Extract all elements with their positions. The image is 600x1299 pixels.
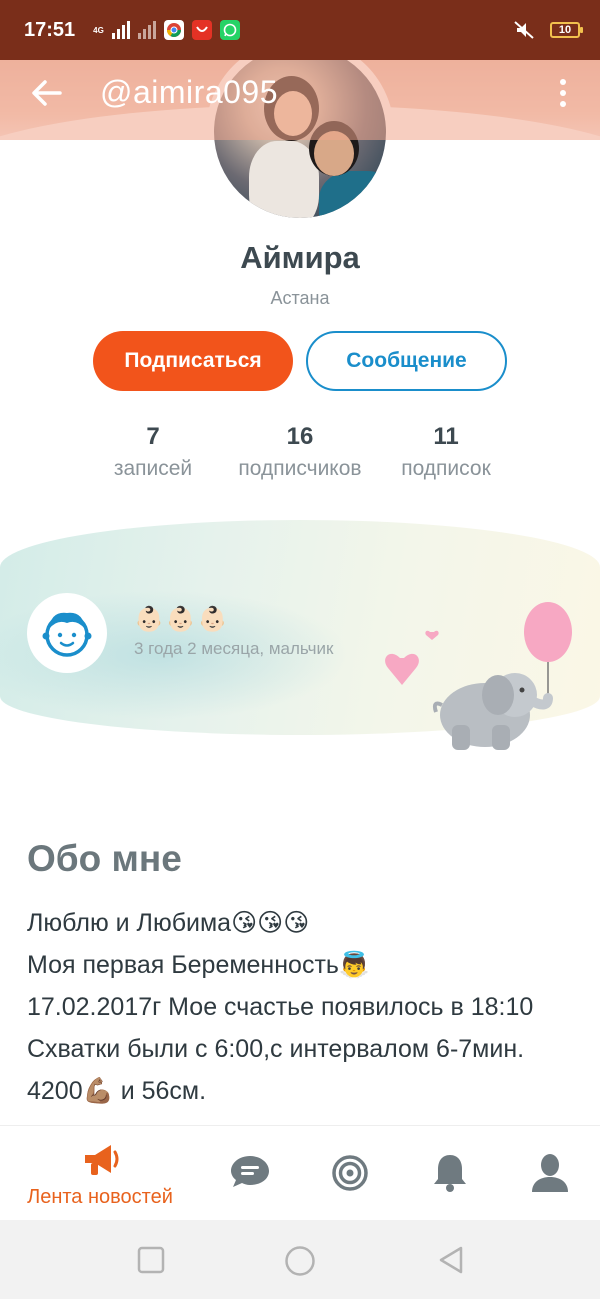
nav-profile[interactable] <box>525 1152 575 1194</box>
more-menu-button[interactable] <box>548 68 578 118</box>
stat-followers-value: 16 <box>286 423 314 450</box>
profile-username: @aimira095 <box>100 74 278 110</box>
recents-button[interactable] <box>136 1245 166 1275</box>
megaphone-icon <box>85 1145 119 1175</box>
network-type: 4G <box>93 25 104 35</box>
status-time: 17:51 <box>24 18 76 41</box>
circle-icon <box>285 1246 315 1276</box>
message-button[interactable]: Сообщение <box>306 331 507 391</box>
person-icon <box>532 1154 568 1192</box>
stat-followers[interactable]: 16 подписчиков <box>222 423 378 481</box>
mute-icon <box>514 21 534 39</box>
whatsapp-icon <box>219 20 240 40</box>
child-emojis: 👶🏻👶🏻👶🏻 <box>134 606 230 633</box>
chat-icon <box>231 1156 269 1187</box>
stat-following-value: 11 <box>433 423 459 450</box>
more-vert-icon <box>560 78 566 85</box>
nav-notifications[interactable] <box>425 1152 475 1194</box>
back-nav-button[interactable] <box>436 1245 466 1275</box>
bell-icon <box>434 1155 466 1192</box>
back-button[interactable] <box>22 68 72 118</box>
stat-posts-label: записей <box>113 457 193 480</box>
elephant-balloon-illustration <box>385 602 572 750</box>
aliexpress-icon <box>191 20 212 40</box>
battery-level: 10 <box>558 24 572 36</box>
stat-followers-label: подписчиков <box>238 457 362 480</box>
about-title: Обо мне <box>27 838 182 879</box>
child-age: 3 года 2 месяца, мальчик <box>134 639 334 658</box>
about-line: Моя первая Беременность👼 <box>27 951 371 979</box>
home-button[interactable] <box>284 1245 315 1276</box>
status-bar: 17:51 4G 10 <box>0 0 600 60</box>
stat-following-label: подписок <box>401 457 491 480</box>
subscribe-button[interactable]: Подписаться <box>93 331 293 391</box>
about-line: Схватки были с 6:00,с интервалом 6-7мин. <box>27 1035 525 1063</box>
about-line: 17.02.2017г Мое счастье появилось в 18:1… <box>27 993 534 1021</box>
arrow-left-icon <box>32 79 62 106</box>
battery-icon: 10 <box>550 22 583 38</box>
signal-icon <box>111 21 130 39</box>
triangle-back-icon <box>439 1246 463 1274</box>
status-icons-left: 4G <box>93 20 240 40</box>
target-icon <box>332 1155 368 1191</box>
nav-chat[interactable] <box>225 1154 275 1190</box>
about-line: 4200💪🏽 и 56см. <box>27 1077 207 1105</box>
profile-city: Астана <box>270 288 330 308</box>
status-icons-right: 10 <box>512 19 583 41</box>
about-text: Люблю и Любима😘😘😘 Моя первая Беременност… <box>27 902 533 1112</box>
nav-discover[interactable] <box>325 1154 375 1192</box>
signal-x-icon <box>137 21 156 39</box>
bottom-nav: Лента новостей <box>0 1125 600 1220</box>
system-nav-bar <box>0 1220 600 1299</box>
profile-name: Аймира <box>240 240 360 275</box>
square-icon <box>137 1246 165 1274</box>
baby-face-icon <box>42 612 92 657</box>
about-line: Люблю и Любима😘😘😘 <box>27 909 310 937</box>
chrome-icon <box>163 20 184 40</box>
stat-posts[interactable]: 7 записей <box>98 423 208 481</box>
nav-feed[interactable]: Лента новостей <box>10 1140 190 1209</box>
nav-feed-label: Лента новостей <box>27 1186 173 1208</box>
stat-posts-value: 7 <box>146 423 160 450</box>
child-avatar[interactable] <box>27 593 107 673</box>
stat-following[interactable]: 11 подписок <box>388 423 504 481</box>
